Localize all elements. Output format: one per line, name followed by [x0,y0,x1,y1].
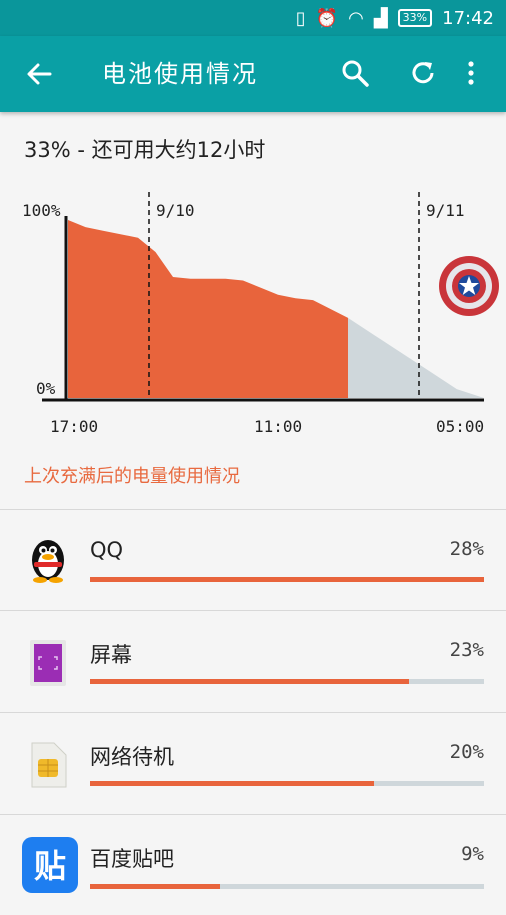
app-percent: 20% [449,741,484,763]
app-percent: 28% [449,538,484,560]
tieba-icon: 贴 [22,837,78,893]
screen-icon [30,640,66,686]
battery-indicator: 33% [397,9,433,27]
date-marker-label-1: 9/10 [156,201,195,220]
status-icons: ▯ ⏰ ◠ ▟ 33% 17:42 [296,0,494,36]
vibrate-icon: ▯ [295,7,306,29]
usage-bar-track [90,577,484,582]
usage-bar-fill [90,577,484,582]
usage-bar-track [90,679,484,684]
app-name: 百度贴吧 [90,847,174,871]
app-usage-row-screen[interactable]: 屏幕 23% [0,611,506,711]
more-vert-icon[interactable] [460,58,482,88]
app-percent: 23% [449,639,484,661]
usage-bar-track [90,781,484,786]
app-percent: 9% [461,843,484,865]
usage-bar-fill [90,679,410,684]
app-name: 屏幕 [90,643,132,667]
x-label-1: 17:00 [50,417,98,436]
x-label-3: 05:00 [436,417,484,436]
app-usage-row-qq[interactable]: QQ 28% [0,510,506,610]
qq-penguin-icon [32,540,64,583]
date-marker-label-2: 9/11 [426,201,465,220]
usage-bar-track [90,884,484,889]
battery-used-area [68,220,348,398]
y-label-bottom: 0% [36,379,56,398]
app-name: QQ [90,538,124,562]
battery-history-chart: 100% 0% 9/10 9/11 17:00 11:00 05:00 [22,192,484,436]
app-usage-row-tieba[interactable]: 贴 百度贴吧 9% [0,815,506,915]
sim-card-icon [31,742,67,788]
battery-summary: 33% - 还可用大约12小时 [24,138,266,162]
arrow-left-icon[interactable] [24,56,56,92]
status-time: 17:42 [442,7,494,29]
signal-icon: ▟ [373,7,388,29]
battery-projected-area [348,317,484,398]
page-title: 电池使用情况 [102,60,258,88]
app-bar: 电池使用情况 [0,36,506,112]
usage-bar-fill [90,781,374,786]
usage-section-label: 上次充满后的电量使用情况 [24,466,240,487]
status-bar: ▯ ⏰ ◠ ▟ 33% 17:42 [0,0,506,36]
floating-shield-icon[interactable] [438,255,500,317]
app-name: 网络待机 [90,745,174,769]
svg-text:贴: 贴 [34,847,66,885]
x-label-2: 11:00 [254,417,302,436]
alarm-icon: ⏰ [315,7,339,29]
usage-bar-fill [90,884,221,889]
refresh-icon[interactable] [408,58,438,88]
wifi-icon: ◠ [348,7,364,29]
y-label-top: 100% [22,201,61,220]
search-icon[interactable] [340,58,370,88]
app-usage-row-network-standby[interactable]: 网络待机 20% [0,713,506,813]
